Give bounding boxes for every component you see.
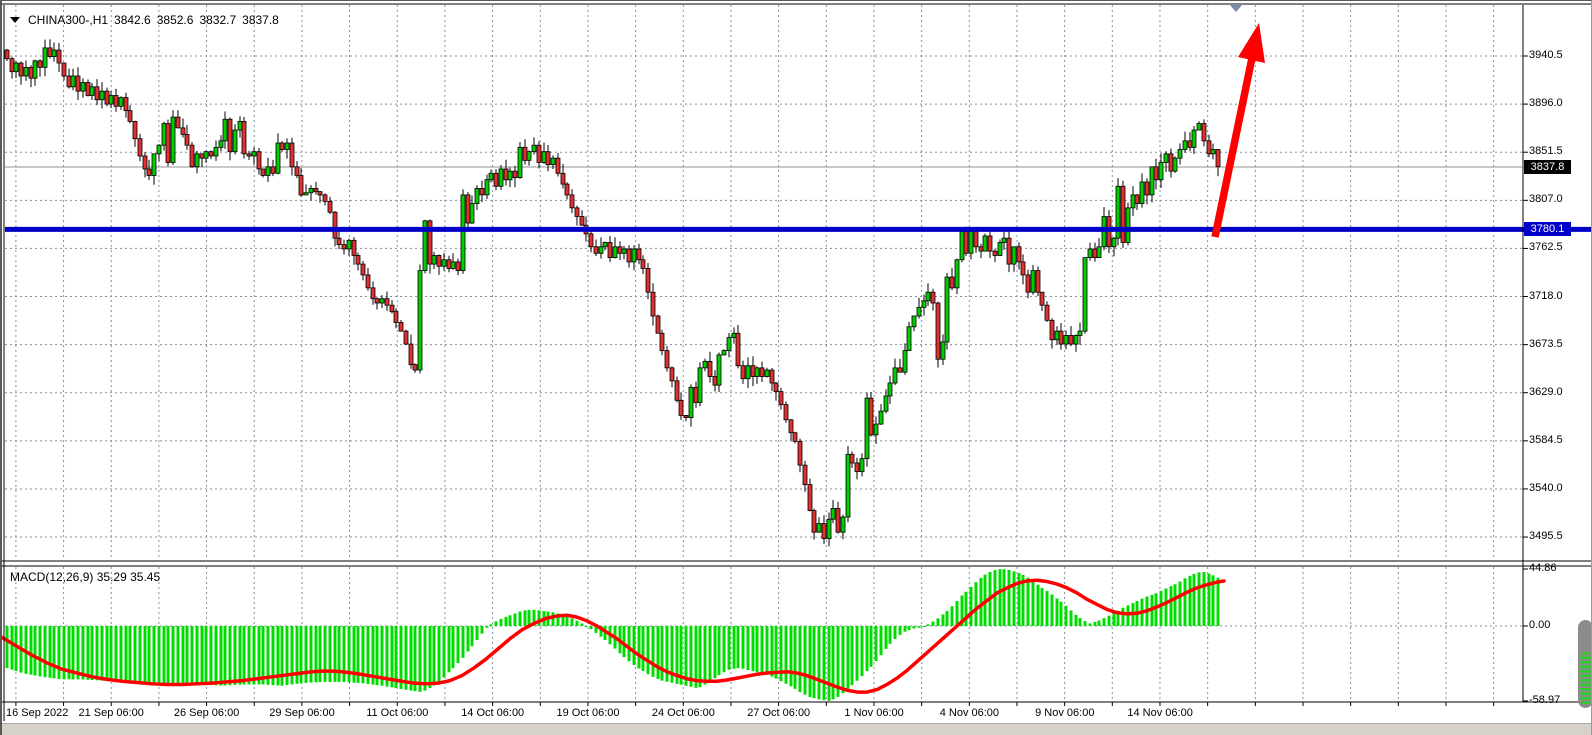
quote-low: 3832.7 — [199, 13, 236, 27]
chart-header: CHINA300-,H1 3842.6 3852.6 3832.7 3837.8 — [10, 12, 279, 28]
macd-axis-label: 0.00 — [1529, 619, 1550, 631]
time-axis-label: 16 Sep 2022 — [6, 707, 68, 719]
connection-meter-bars — [1580, 652, 1591, 704]
symbol-timeframe-label: CHINA300-,H1 — [28, 13, 108, 27]
time-axis-label: 11 Oct 06:00 — [366, 707, 428, 719]
quote-high: 3852.6 — [157, 13, 194, 27]
price-axis-label: 3540.0 — [1529, 482, 1563, 494]
chart-canvas[interactable] — [2, 1, 1592, 735]
symbol-dropdown-triangle-icon[interactable] — [10, 17, 20, 23]
time-axis-label: 19 Oct 06:00 — [557, 707, 620, 719]
time-axis-label: 29 Sep 06:00 — [269, 707, 334, 719]
time-axis-label: 9 Nov 06:00 — [1035, 707, 1094, 719]
connection-meter — [1578, 620, 1592, 708]
indicator-name: MACD(12,26,9) — [10, 570, 93, 584]
macd-axis-label: 44.86 — [1529, 562, 1557, 574]
indicator-main-value: 35.29 — [97, 570, 127, 584]
time-axis-label: 27 Oct 06:00 — [747, 707, 810, 719]
chart-shift-marker-icon[interactable] — [1229, 4, 1243, 12]
time-axis-label: 21 Sep 06:00 — [78, 707, 143, 719]
window-bottom-strip — [2, 723, 1592, 735]
time-axis-label: 4 Nov 06:00 — [940, 707, 999, 719]
indicator-signal-value: 35.45 — [130, 570, 160, 584]
quote-close: 3837.8 — [242, 13, 279, 27]
current-price-badge: 3837.8 — [1524, 160, 1571, 174]
price-axis-label: 3673.5 — [1529, 338, 1563, 350]
time-axis-label: 24 Oct 06:00 — [652, 707, 715, 719]
price-axis-label: 3896.0 — [1529, 97, 1563, 109]
price-axis-label: 3629.0 — [1529, 386, 1563, 398]
chart-window: CHINA300-,H1 3842.6 3852.6 3832.7 3837.8… — [0, 0, 1592, 735]
price-axis-label: 3851.5 — [1529, 145, 1563, 157]
time-axis-label: 1 Nov 06:00 — [844, 707, 903, 719]
level-price-badge: 3780.1 — [1524, 222, 1571, 236]
price-axis-label: 3940.5 — [1529, 49, 1563, 61]
price-axis-label: 3584.5 — [1529, 434, 1563, 446]
indicator-label: MACD(12,26,9) 35.29 35.45 — [10, 570, 160, 584]
price-axis-label: 3718.0 — [1529, 290, 1563, 302]
quote-open: 3842.6 — [114, 13, 151, 27]
price-axis-label: 3495.5 — [1529, 530, 1563, 542]
macd-axis-label: -58.97 — [1529, 694, 1560, 706]
time-axis-label: 26 Sep 06:00 — [174, 707, 239, 719]
time-axis-label: 14 Oct 06:00 — [461, 707, 524, 719]
price-axis-label: 3762.5 — [1529, 241, 1563, 253]
trend-arrow[interactable] — [1215, 23, 1265, 237]
time-axis-label: 14 Nov 06:00 — [1127, 707, 1192, 719]
price-axis-label: 3807.0 — [1529, 193, 1563, 205]
